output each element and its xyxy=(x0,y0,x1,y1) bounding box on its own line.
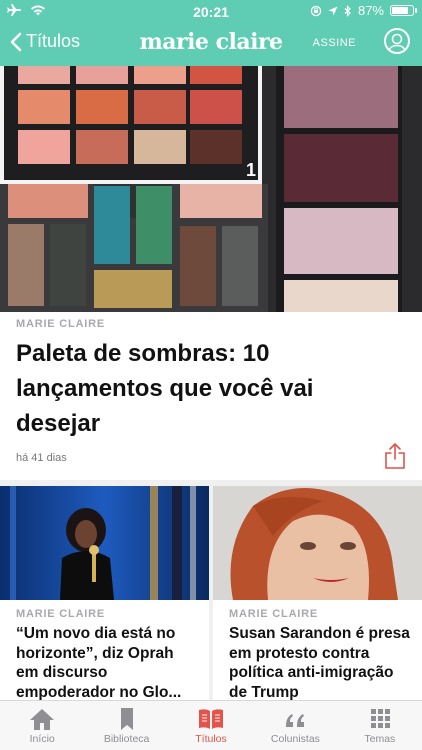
back-button-label: Títulos xyxy=(26,31,81,51)
battery-fill xyxy=(392,7,408,14)
tab-biblioteca[interactable]: Biblioteca xyxy=(84,701,168,750)
tab-label: Títulos xyxy=(195,733,227,745)
status-bar: 20:21 87% xyxy=(0,0,422,22)
article-source: MARIE CLAIRE xyxy=(16,318,106,330)
home-icon xyxy=(30,709,55,730)
article-card-oprah[interactable]: MARIE CLAIRE “Um novo dia está no horizo… xyxy=(0,486,209,700)
grid-icon xyxy=(370,709,390,728)
sarandon-photo xyxy=(213,486,422,600)
bookmark-icon xyxy=(120,708,133,730)
profile-button[interactable] xyxy=(384,28,410,54)
eyeshadow-palette-image: 1 xyxy=(0,66,422,338)
tab-colunistas[interactable]: Colunistas xyxy=(253,701,337,750)
article-source: MARIE CLAIRE xyxy=(16,608,106,620)
subscribe-button[interactable]: ASSINE xyxy=(313,37,356,49)
tab-label: Biblioteca xyxy=(103,733,150,745)
article-title: Susan Sarandon é presa em protesto contr… xyxy=(229,625,410,700)
battery-percent: 87% xyxy=(357,3,384,18)
chevron-left-icon xyxy=(10,32,22,51)
article-card-sarandon[interactable]: MARIE CLAIRE Susan Sarandon é presa em p… xyxy=(213,486,422,700)
nav-bar: Títulos marie claire ASSINE xyxy=(0,22,422,66)
bluetooth-icon xyxy=(344,4,351,17)
back-button[interactable]: Títulos xyxy=(10,31,80,52)
oprah-illustration xyxy=(0,486,209,600)
app-screen: 20:21 87% Títulos marie claire ASSINE 1 … xyxy=(0,0,422,750)
quote-icon xyxy=(286,714,305,727)
featured-article-body: MARIE CLAIRE Paleta de sombras: 10 lança… xyxy=(0,312,422,480)
featured-article-card[interactable]: 1 MARIE CLAIRE Paleta de sombras: 10 lan… xyxy=(0,66,422,480)
status-right: 87% xyxy=(310,3,417,18)
tab-titulos[interactable]: Títulos xyxy=(169,701,253,750)
eyeshadow-palette-illustration: 1 xyxy=(0,66,422,338)
share-icon[interactable] xyxy=(384,442,406,470)
tab-label: Colunistas xyxy=(270,733,320,745)
oprah-photo xyxy=(0,486,209,600)
tab-label: Início xyxy=(29,733,55,745)
sarandon-illustration xyxy=(213,486,422,600)
article-date: há 41 dias xyxy=(16,452,67,464)
open-book-icon xyxy=(199,709,224,729)
article-title: Paleta de sombras: 10 lançamentos que vo… xyxy=(16,340,314,437)
tab-label: Temas xyxy=(364,733,396,745)
article-title: “Um novo dia está no horizonte”, diz Opr… xyxy=(16,625,182,700)
top-bar: 20:21 87% Títulos marie claire ASSINE xyxy=(0,0,422,66)
battery-icon xyxy=(390,5,417,16)
tab-temas[interactable]: Temas xyxy=(338,701,422,750)
palette-number: 1 xyxy=(246,160,256,180)
location-icon xyxy=(328,6,338,15)
user-icon xyxy=(387,33,407,52)
tab-bar: Início Biblioteca Títulos Colunistas Tem… xyxy=(0,700,422,750)
rotation-lock-icon xyxy=(310,5,322,16)
article-source: MARIE CLAIRE xyxy=(229,608,319,620)
tab-inicio[interactable]: Início xyxy=(0,701,84,750)
